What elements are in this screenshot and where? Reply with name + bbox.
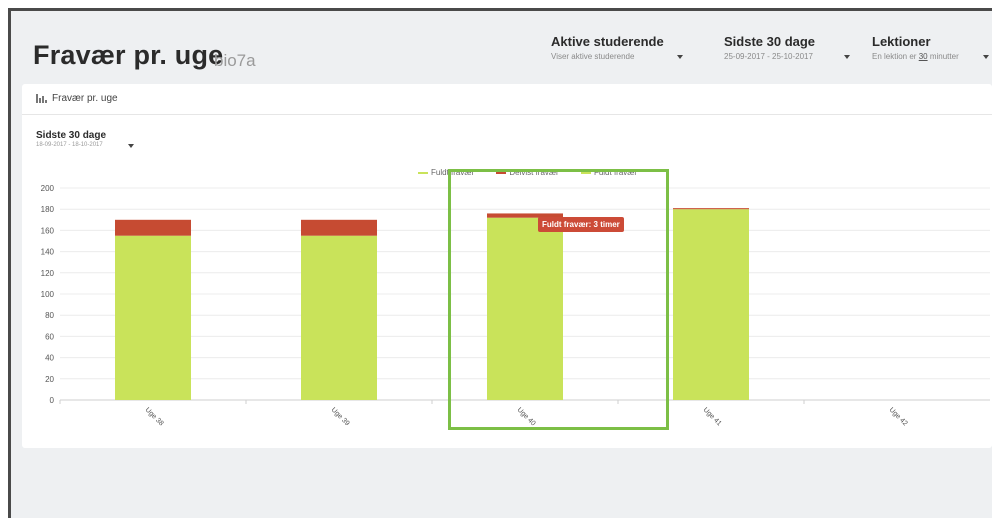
y-tick-label: 180: [41, 205, 55, 214]
bar-segment: [115, 219, 191, 236]
y-tick-label: 120: [41, 269, 55, 278]
x-tick-label: Uge 42: [888, 406, 909, 427]
bar-segment: [673, 208, 749, 210]
y-tick-label: 80: [45, 311, 54, 320]
x-tick-label: Uge 38: [144, 406, 165, 427]
highlight-box: [448, 169, 669, 430]
y-tick-label: 200: [41, 184, 55, 193]
y-tick-label: 160: [41, 226, 55, 235]
bar-segment: [115, 235, 191, 400]
y-tick-label: 100: [41, 290, 55, 299]
y-tick-label: 140: [41, 248, 55, 257]
x-tick-label: Uge 39: [330, 406, 351, 427]
bar-segment: [301, 235, 377, 400]
y-tick-label: 0: [50, 396, 55, 405]
bar-segment: [301, 219, 377, 236]
x-tick-label: Uge 41: [702, 406, 723, 427]
y-tick-label: 40: [45, 354, 54, 363]
y-tick-label: 60: [45, 332, 54, 341]
y-tick-label: 20: [45, 375, 54, 384]
bar-segment: [673, 209, 749, 400]
